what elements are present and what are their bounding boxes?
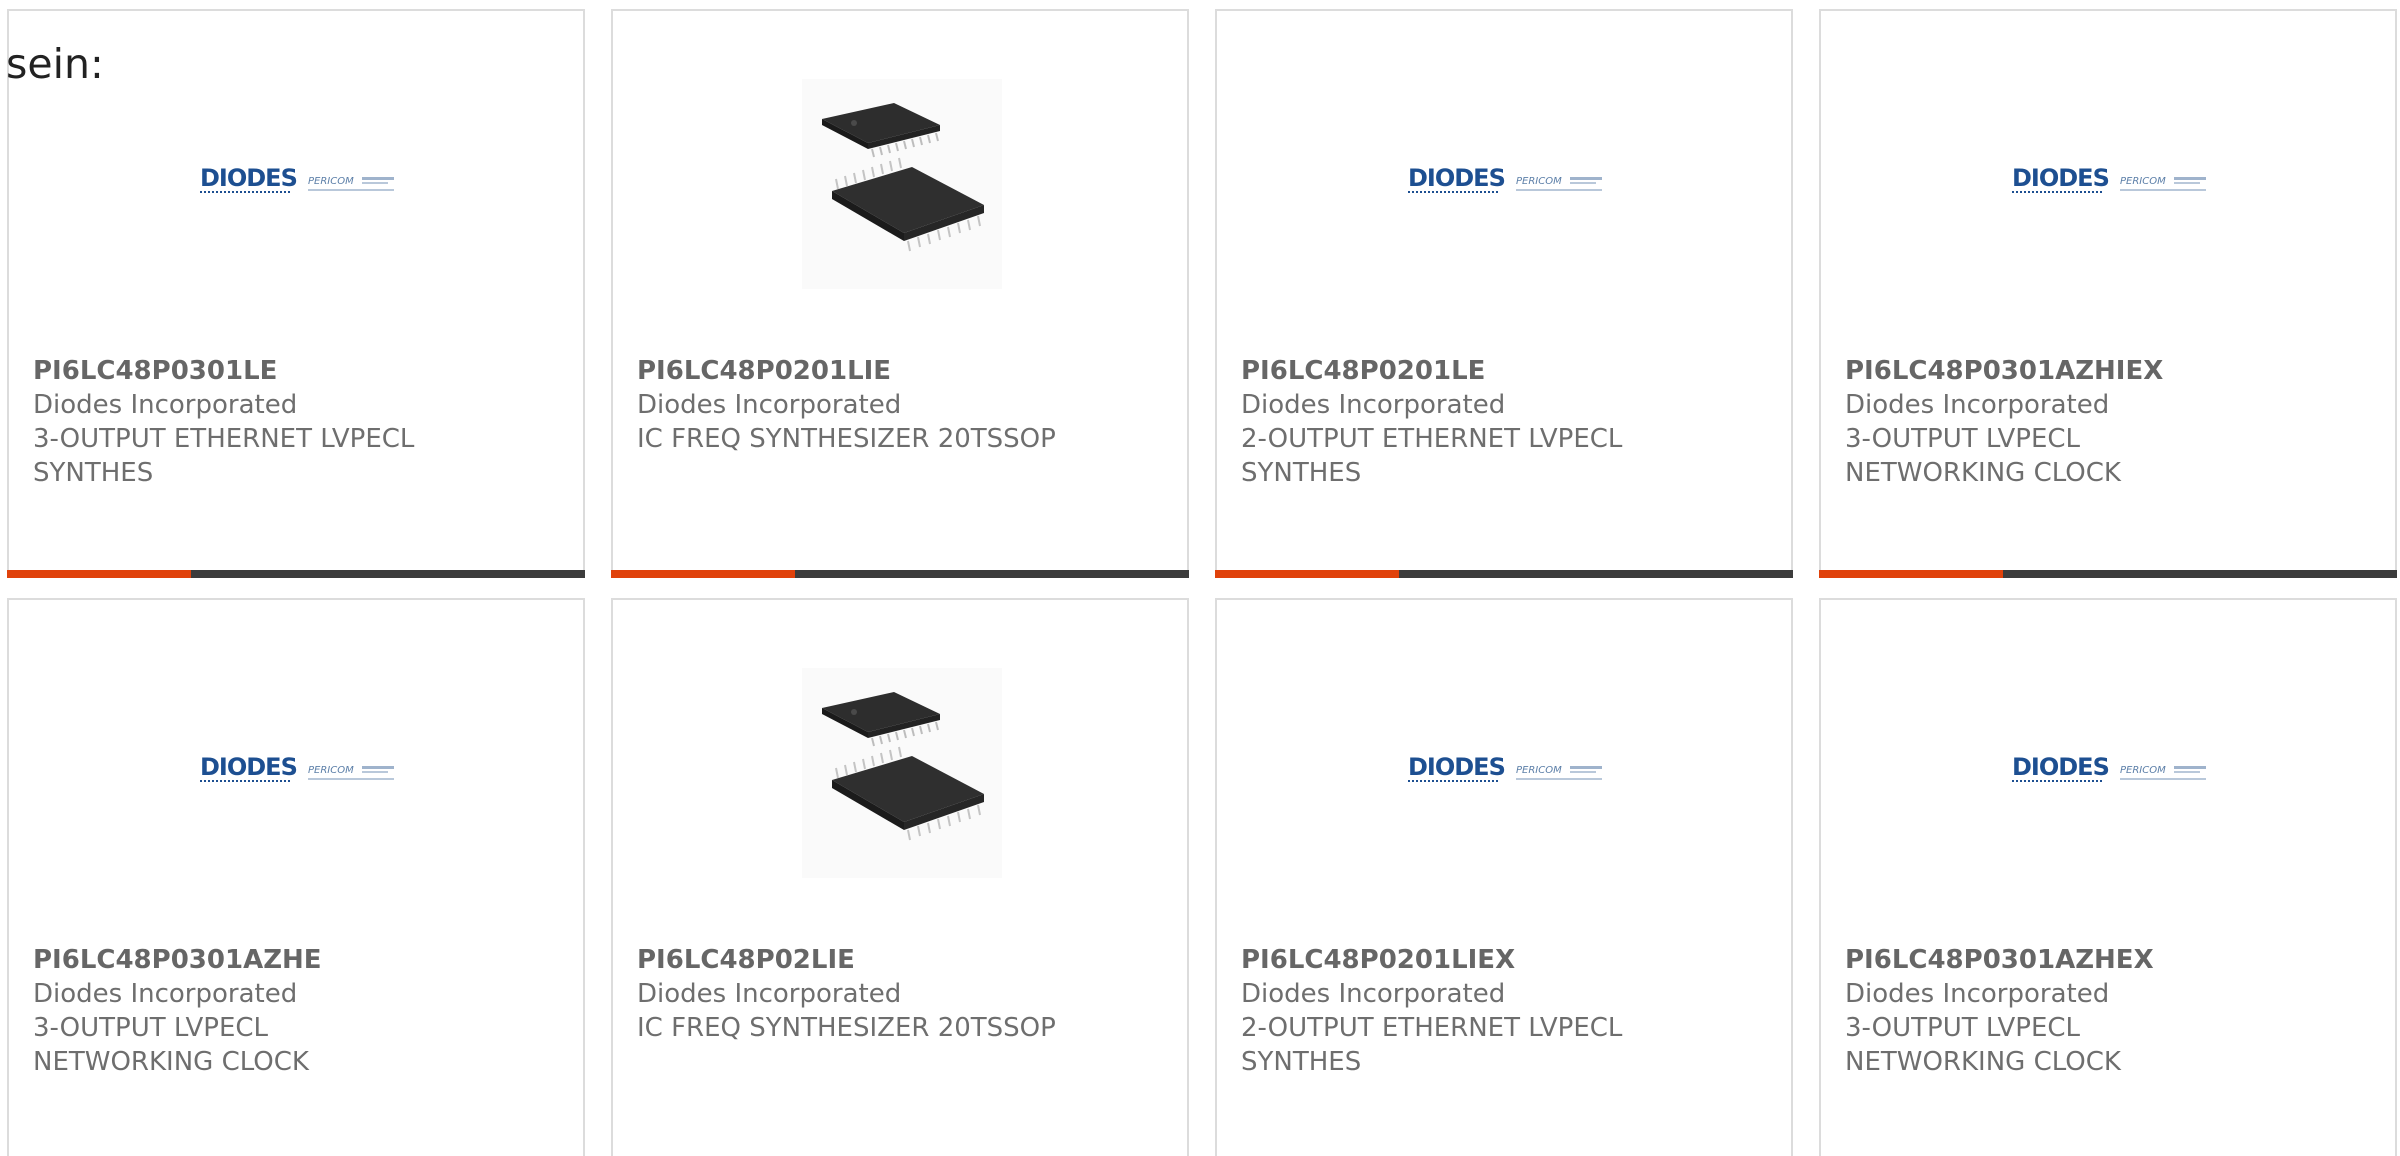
logo-brand-text: DIODES bbox=[1408, 753, 1505, 781]
manufacturer-name: Diodes Incorporated bbox=[33, 390, 298, 420]
manufacturer-name: Diodes Incorporated bbox=[33, 979, 298, 1009]
product-info: PI6LC48P0201LIEX Diodes Incorporated 2-OUT… bbox=[1241, 943, 1767, 1079]
part-number-link[interactable]: PI6LC48P0201LIE bbox=[637, 354, 1163, 388]
manufacturer-name: Diodes Incorporated bbox=[1241, 390, 1506, 420]
product-image[interactable]: DIODES PERICOM bbox=[2010, 79, 2210, 289]
card-accent-bar bbox=[7, 570, 191, 578]
logo-brand-text: DIODES bbox=[2012, 753, 2109, 781]
card-accent-bar bbox=[1819, 570, 2003, 578]
product-description: 3-OUTPUT LVPECL NETWORKING CLOCK bbox=[1845, 1013, 2121, 1077]
logo-sub-text: PERICOM bbox=[308, 176, 354, 187]
product-card[interactable]: DIODES PERICOM PI6LC48P0301AZHIEX Diodes … bbox=[1819, 9, 2397, 578]
logo-sub-text: PERICOM bbox=[2120, 176, 2166, 187]
manufacturer-name: Diodes Incorporated bbox=[1845, 979, 2110, 1009]
diodes-pericom-logo: DIODES PERICOM bbox=[200, 164, 394, 193]
product-image[interactable]: DIODES PERICOM bbox=[198, 668, 398, 878]
card-bottom-bar bbox=[1215, 570, 1793, 578]
diodes-pericom-logo: DIODES PERICOM bbox=[1408, 164, 1602, 193]
diodes-pericom-logo: DIODES PERICOM bbox=[2012, 164, 2206, 193]
product-listing-page: sein: DIODES PERICOM PI6LC48P0301LE Diode… bbox=[0, 0, 2400, 1156]
logo-sub-text: PERICOM bbox=[1516, 176, 1562, 187]
product-description: IC FREQ SYNTHESIZER 20TSSOP bbox=[637, 1013, 1056, 1043]
product-card[interactable]: DIODES PERICOM PI6LC48P0301AZHEX Diodes I… bbox=[1819, 598, 2397, 1156]
logo-brand-text: DIODES bbox=[1408, 164, 1505, 192]
manufacturer-name: Diodes Incorporated bbox=[637, 979, 902, 1009]
product-info: PI6LC48P02LIE Diodes Incorporated IC FREQ … bbox=[637, 943, 1163, 1045]
product-description: 3-OUTPUT ETHERNET LVPECL SYNTHES bbox=[33, 424, 415, 488]
card-bottom-bar bbox=[1819, 570, 2397, 578]
product-info: PI6LC48P0201LIE Diodes Incorporated IC FRE… bbox=[637, 354, 1163, 456]
logo-brand-text: DIODES bbox=[2012, 164, 2109, 192]
product-description: 2-OUTPUT ETHERNET LVPECL SYNTHES bbox=[1241, 1013, 1623, 1077]
product-card[interactable]: PI6LC48P0201LIE Diodes Incorporated IC FRE… bbox=[611, 9, 1189, 578]
product-card[interactable]: DIODES PERICOM PI6LC48P0301LE Diodes Inco… bbox=[7, 9, 585, 578]
product-card[interactable]: PI6LC48P02LIE Diodes Incorporated IC FREQ … bbox=[611, 598, 1189, 1156]
manufacturer-name: Diodes Incorporated bbox=[1845, 390, 2110, 420]
product-card[interactable]: DIODES PERICOM PI6LC48P0301AZHE Diodes In… bbox=[7, 598, 585, 1156]
part-number-link[interactable]: PI6LC48P0301LE bbox=[33, 354, 559, 388]
card-accent-bar bbox=[1215, 570, 1399, 578]
product-description: 2-OUTPUT ETHERNET LVPECL SYNTHES bbox=[1241, 424, 1623, 488]
product-image[interactable] bbox=[802, 79, 1002, 289]
tssop-chip-photo bbox=[802, 79, 1002, 289]
manufacturer-name: Diodes Incorporated bbox=[637, 390, 902, 420]
card-bottom-bar bbox=[611, 570, 1189, 578]
intro-text: sein: bbox=[6, 40, 104, 88]
product-info: PI6LC48P0301AZHIEX Diodes Incorporated 3-O… bbox=[1845, 354, 2371, 490]
diodes-pericom-logo: DIODES PERICOM bbox=[2012, 753, 2206, 782]
diodes-pericom-logo: DIODES PERICOM bbox=[200, 753, 394, 782]
part-number-link[interactable]: PI6LC48P0201LIEX bbox=[1241, 943, 1767, 977]
product-card[interactable]: DIODES PERICOM PI6LC48P0201LIEX Diodes In… bbox=[1215, 598, 1793, 1156]
logo-sub-text: PERICOM bbox=[2120, 765, 2166, 776]
product-description: 3-OUTPUT LVPECL NETWORKING CLOCK bbox=[33, 1013, 309, 1077]
product-image[interactable]: DIODES PERICOM bbox=[1406, 668, 1606, 878]
logo-brand-text: DIODES bbox=[200, 164, 297, 192]
product-description: IC FREQ SYNTHESIZER 20TSSOP bbox=[637, 424, 1056, 454]
part-number-link[interactable]: PI6LC48P0301AZHEX bbox=[1845, 943, 2371, 977]
product-image[interactable] bbox=[802, 668, 1002, 878]
product-info: PI6LC48P0301LE Diodes Incorporated 3-OUTPU… bbox=[33, 354, 559, 490]
product-image[interactable]: DIODES PERICOM bbox=[1406, 79, 1606, 289]
part-number-link[interactable]: PI6LC48P02LIE bbox=[637, 943, 1163, 977]
product-card[interactable]: DIODES PERICOM PI6LC48P0201LE Diodes Inco… bbox=[1215, 9, 1793, 578]
product-image[interactable]: DIODES PERICOM bbox=[198, 79, 398, 289]
manufacturer-name: Diodes Incorporated bbox=[1241, 979, 1506, 1009]
part-number-link[interactable]: PI6LC48P0201LE bbox=[1241, 354, 1767, 388]
logo-brand-text: DIODES bbox=[200, 753, 297, 781]
product-grid: DIODES PERICOM PI6LC48P0301LE Diodes Inco… bbox=[7, 9, 2397, 1156]
card-accent-bar bbox=[611, 570, 795, 578]
tssop-chip-photo bbox=[802, 668, 1002, 878]
product-description: 3-OUTPUT LVPECL NETWORKING CLOCK bbox=[1845, 424, 2121, 488]
product-info: PI6LC48P0301AZHE Diodes Incorporated 3-OUT… bbox=[33, 943, 559, 1079]
product-info: PI6LC48P0301AZHEX Diodes Incorporated 3-OU… bbox=[1845, 943, 2371, 1079]
diodes-pericom-logo: DIODES PERICOM bbox=[1408, 753, 1602, 782]
product-image[interactable]: DIODES PERICOM bbox=[2010, 668, 2210, 878]
product-info: PI6LC48P0201LE Diodes Incorporated 2-OUTPU… bbox=[1241, 354, 1767, 490]
part-number-link[interactable]: PI6LC48P0301AZHIEX bbox=[1845, 354, 2371, 388]
card-bottom-bar bbox=[7, 570, 585, 578]
part-number-link[interactable]: PI6LC48P0301AZHE bbox=[33, 943, 559, 977]
logo-sub-text: PERICOM bbox=[1516, 765, 1562, 776]
logo-sub-text: PERICOM bbox=[308, 765, 354, 776]
